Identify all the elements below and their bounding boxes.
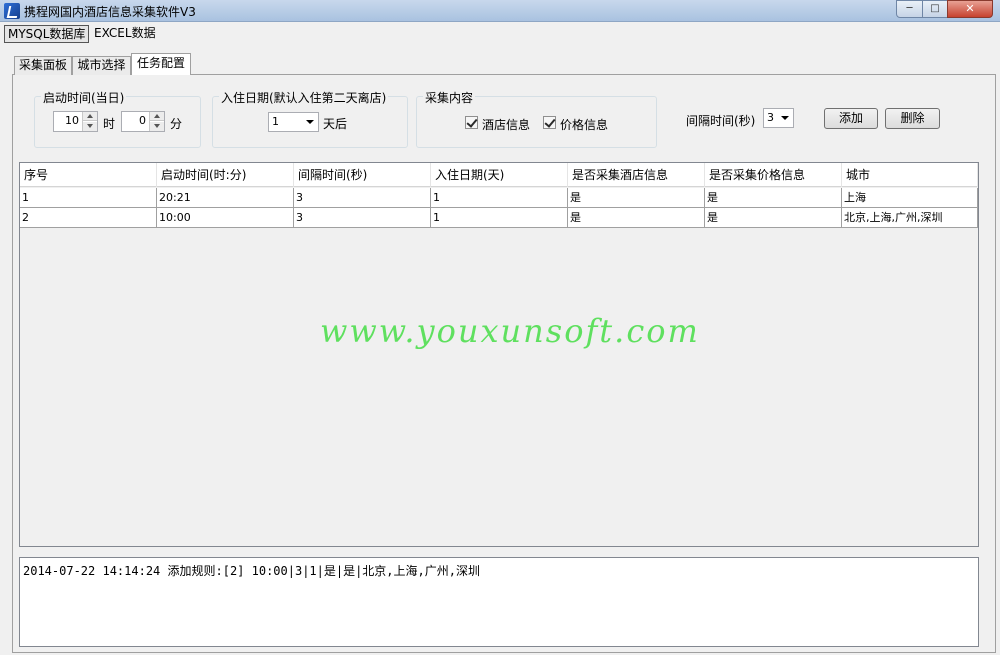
price-info-checkbox[interactable] bbox=[543, 116, 556, 129]
chevron-down-icon bbox=[781, 116, 789, 120]
menu-bar: MYSQL数据库 EXCEL数据 bbox=[0, 22, 1000, 44]
interval-label: 间隔时间(秒) bbox=[686, 114, 756, 128]
app-icon bbox=[4, 3, 20, 19]
table-row[interactable]: 1 20:21 3 1 是 是 上海 bbox=[20, 188, 978, 208]
content-group-label: 采集内容 bbox=[423, 89, 476, 106]
close-button[interactable]: ✕ bbox=[947, 0, 993, 18]
table-header: 序号 启动时间(时:分) 间隔时间(秒) 入住日期(天) 是否采集酒店信息 是否… bbox=[20, 163, 978, 187]
table-cell: 上海 bbox=[842, 188, 978, 208]
checkin-suffix-label: 天后 bbox=[323, 117, 348, 131]
table-cell: 是 bbox=[568, 208, 705, 228]
table-cell: 是 bbox=[705, 188, 842, 208]
tab-collect-panel[interactable]: 采集面板 bbox=[14, 56, 72, 75]
header-cell[interactable]: 启动时间(时:分) bbox=[157, 163, 294, 187]
log-textarea[interactable]: 2014-07-22 14:14:24 添加规则:[2] 10:00|3|1|是… bbox=[19, 557, 979, 647]
maximize-button[interactable]: □ bbox=[922, 0, 948, 18]
hour-up-arrow-icon[interactable] bbox=[83, 112, 97, 121]
hour-stepper[interactable]: 10 bbox=[53, 111, 98, 132]
table-cell: 3 bbox=[294, 208, 431, 228]
hotel-info-checkbox[interactable] bbox=[465, 116, 478, 129]
table-cell: 2 bbox=[20, 208, 157, 228]
header-cell[interactable]: 是否采集酒店信息 bbox=[568, 163, 705, 187]
add-button[interactable]: 添加 bbox=[824, 108, 878, 129]
delete-button[interactable]: 删除 bbox=[885, 108, 940, 129]
minute-unit-label: 分 bbox=[170, 117, 183, 131]
task-table[interactable]: 序号 启动时间(时:分) 间隔时间(秒) 入住日期(天) 是否采集酒店信息 是否… bbox=[19, 162, 979, 547]
table-cell: 10:00 bbox=[157, 208, 294, 228]
hour-unit-label: 时 bbox=[103, 117, 116, 131]
menu-mysql[interactable]: MYSQL数据库 bbox=[4, 25, 90, 43]
log-line: 2014-07-22 14:14:24 添加规则:[2] 10:00|3|1|是… bbox=[23, 564, 480, 578]
table-cell: 1 bbox=[20, 188, 157, 208]
table-cell: 1 bbox=[431, 208, 568, 228]
header-cell[interactable]: 是否采集价格信息 bbox=[705, 163, 842, 187]
title-bar: 携程网国内酒店信息采集软件V3 ─ □ ✕ bbox=[0, 0, 1000, 22]
header-cell[interactable]: 城市 bbox=[842, 163, 978, 187]
interval-select[interactable]: 3 bbox=[763, 108, 794, 128]
minute-down-arrow-icon[interactable] bbox=[150, 122, 164, 131]
table-cell: 20:21 bbox=[157, 188, 294, 208]
chevron-down-icon bbox=[306, 120, 314, 124]
minute-stepper[interactable]: 0 bbox=[121, 111, 165, 132]
checkin-days-value: 1 bbox=[272, 115, 279, 128]
table-cell: 1 bbox=[431, 188, 568, 208]
table-cell: 北京,上海,广州,深圳 bbox=[842, 208, 978, 228]
collect-content-group: 采集内容 bbox=[416, 89, 657, 148]
table-row[interactable]: 2 10:00 3 1 是 是 北京,上海,广州,深圳 bbox=[20, 208, 978, 228]
hotel-info-label: 酒店信息 bbox=[482, 118, 531, 132]
checkin-days-select[interactable]: 1 bbox=[268, 112, 319, 132]
header-cell[interactable]: 间隔时间(秒) bbox=[294, 163, 431, 187]
start-time-group-label: 启动时间(当日) bbox=[41, 89, 127, 106]
tab-city-select[interactable]: 城市选择 bbox=[72, 56, 131, 75]
table-cell: 3 bbox=[294, 188, 431, 208]
hour-value: 10 bbox=[65, 114, 79, 127]
checkin-group-label: 入住日期(默认入住第二天离店) bbox=[219, 89, 389, 106]
minute-value: 0 bbox=[139, 114, 146, 127]
interval-value: 3 bbox=[767, 111, 774, 124]
table-cell: 是 bbox=[705, 208, 842, 228]
tab-task-config[interactable]: 任务配置 bbox=[131, 53, 191, 75]
window-title: 携程网国内酒店信息采集软件V3 bbox=[24, 5, 196, 19]
menu-excel[interactable]: EXCEL数据 bbox=[91, 25, 159, 43]
table-cell: 是 bbox=[568, 188, 705, 208]
hour-down-arrow-icon[interactable] bbox=[83, 122, 97, 131]
price-info-label: 价格信息 bbox=[560, 118, 609, 132]
minimize-button[interactable]: ─ bbox=[896, 0, 923, 18]
header-cell[interactable]: 序号 bbox=[20, 163, 157, 187]
watermark-text: www.youxunsoft.com bbox=[320, 312, 700, 350]
header-cell[interactable]: 入住日期(天) bbox=[431, 163, 568, 187]
minute-up-arrow-icon[interactable] bbox=[150, 112, 164, 121]
